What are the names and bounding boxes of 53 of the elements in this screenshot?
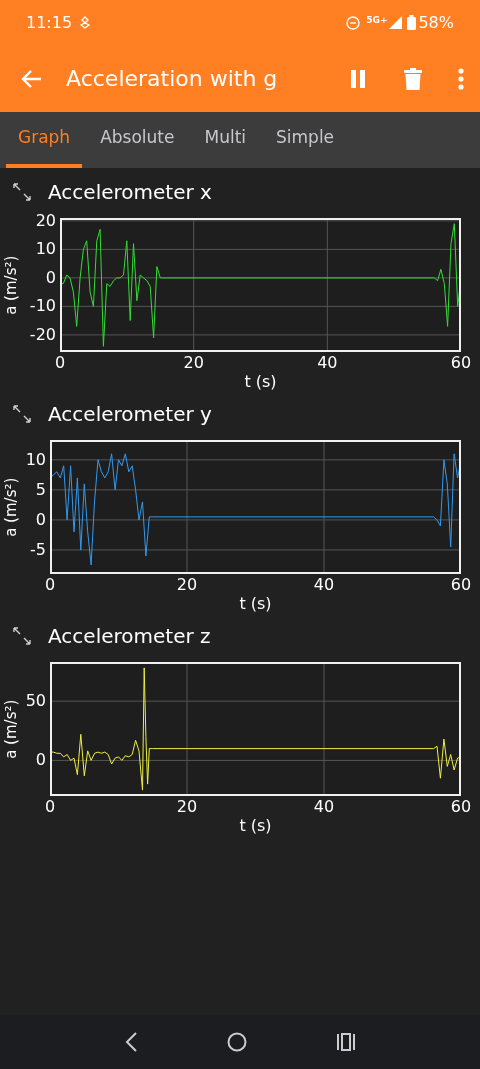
tick-label: 0	[35, 752, 46, 769]
clock: 11:15	[26, 11, 73, 34]
tick-label: -20	[29, 326, 56, 343]
tick-label: 0	[45, 269, 56, 286]
graph-title: Accelerometer y	[48, 401, 212, 428]
axis-label: a (m/s²)	[1, 477, 22, 537]
tick-label: 60	[450, 577, 472, 593]
tick-label: -10	[29, 298, 56, 315]
graph-title: Accelerometer z	[48, 623, 211, 650]
expand-icon[interactable]	[12, 182, 32, 202]
tick-label: 5	[35, 481, 46, 498]
tick-label: 20	[35, 212, 56, 229]
axis-label: t (s)	[244, 374, 277, 390]
tick-label: 20	[176, 577, 198, 593]
tick-label: 20	[183, 355, 204, 371]
tab[interactable]: Multi	[192, 112, 259, 168]
tick-label: 40	[317, 355, 338, 371]
screen-title: Acceleration with g	[66, 65, 279, 93]
more-options-icon[interactable]	[458, 67, 464, 90]
back-icon[interactable]	[124, 1032, 139, 1052]
tab[interactable]: Absolute	[88, 112, 187, 168]
axis-label: a (m/s²)	[1, 699, 22, 759]
tick-label: 60	[450, 355, 472, 371]
tick-label: -5	[30, 541, 46, 558]
home-icon[interactable]	[227, 1032, 247, 1052]
tab[interactable]: Simple	[264, 112, 347, 168]
axis-label: a (m/s²)	[1, 255, 22, 315]
do-not-disturb-icon	[346, 15, 361, 30]
tick-label: 10	[25, 451, 46, 468]
axis-label: t (s)	[239, 818, 272, 834]
tick-label: 0	[35, 511, 46, 528]
battery-level: 58%	[418, 11, 454, 34]
tick-label: 0	[44, 799, 56, 815]
battery-icon	[407, 15, 417, 30]
tick-label: 20	[176, 799, 198, 815]
network-type: 5G+	[366, 14, 388, 27]
tab[interactable]: Graph	[6, 112, 83, 168]
tick-label: 10	[35, 241, 56, 258]
pause-icon[interactable]	[350, 69, 366, 88]
tick-label: 60	[450, 799, 472, 815]
recent-apps-icon[interactable]	[335, 1033, 356, 1051]
trash-icon[interactable]	[404, 67, 422, 90]
tick-label: 0	[44, 577, 56, 593]
tick-label: 40	[313, 577, 335, 593]
graph-title: Accelerometer x	[48, 179, 212, 206]
tick-label: 0	[54, 355, 66, 371]
notification-icon	[80, 16, 91, 29]
expand-icon[interactable]	[12, 404, 32, 424]
expand-icon[interactable]	[12, 626, 32, 646]
axis-label: t (s)	[239, 596, 272, 612]
signal-icon	[389, 16, 403, 29]
tick-label: 40	[313, 799, 335, 815]
tick-label: 50	[25, 693, 46, 710]
